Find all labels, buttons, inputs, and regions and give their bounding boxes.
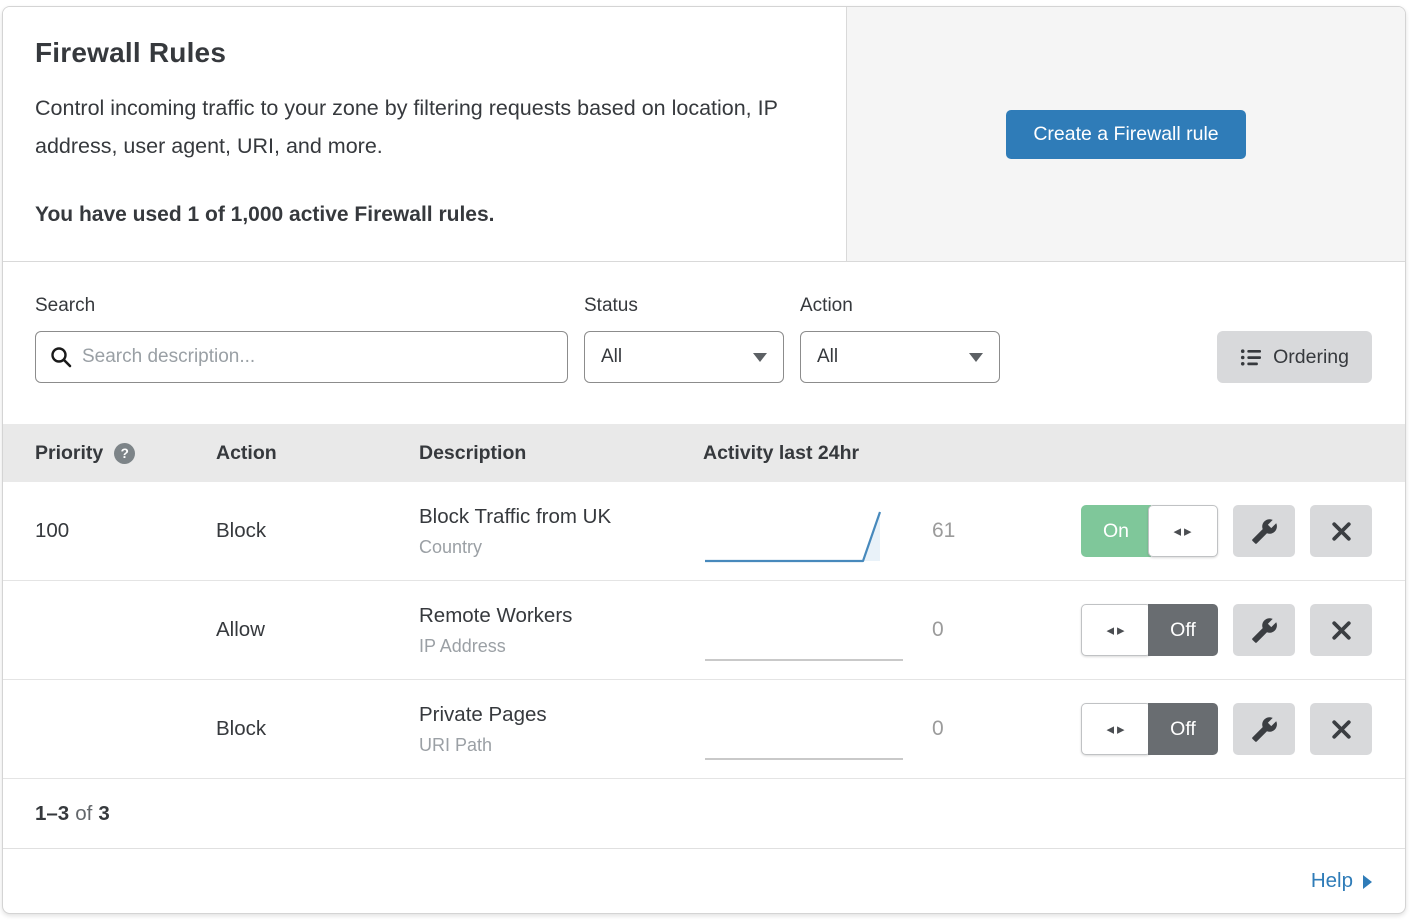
rule-title: Block Traffic from UK (419, 505, 703, 529)
search-label: Search (35, 295, 568, 317)
toggle-knob[interactable]: ◂▸ (1148, 505, 1218, 557)
wrench-icon (1251, 716, 1278, 743)
table-row: Block Private Pages URI Path 0 ◂▸ Off (3, 680, 1405, 779)
toggle-arrows-icon: ◂▸ (1106, 621, 1127, 639)
search-group: Search (35, 295, 568, 383)
activity-count: 0 (918, 717, 998, 741)
rule-action: Block (216, 519, 419, 543)
wrench-icon (1251, 617, 1278, 644)
rule-controls: ◂▸ Off (1081, 604, 1372, 656)
activity-count: 61 (918, 519, 998, 543)
rule-priority: 100 (35, 519, 216, 543)
edit-rule-button[interactable] (1233, 703, 1295, 755)
filter-bar: Search Status All Action All (3, 262, 1405, 424)
column-header-priority: Priority ? (35, 442, 216, 465)
help-link[interactable]: Help (1311, 869, 1372, 893)
header-action-panel: Create a Firewall rule (846, 7, 1405, 261)
rule-description-cell: Private Pages URI Path (419, 703, 703, 756)
action-filter-group: Action All (800, 295, 1000, 383)
rule-action: Allow (216, 618, 419, 642)
toggle-knob[interactable]: ◂▸ (1081, 703, 1151, 755)
status-selected-value: All (601, 346, 622, 368)
page-header: Firewall Rules Control incoming traffic … (3, 7, 1405, 262)
help-question-icon[interactable]: ? (114, 443, 135, 464)
rule-match-type: Country (419, 537, 703, 558)
wrench-icon (1251, 518, 1278, 545)
pagination-of-label: of (75, 802, 92, 826)
pagination-bar: 1–3 of 3 (3, 779, 1405, 849)
help-bar: Help (3, 849, 1405, 913)
rule-action: Block (216, 717, 419, 741)
column-header-description: Description (419, 442, 703, 465)
delete-rule-button[interactable] (1310, 505, 1372, 557)
table-row: Allow Remote Workers IP Address 0 ◂▸ Off (3, 581, 1405, 680)
status-filter-group: Status All (584, 295, 784, 383)
action-selected-value: All (817, 346, 838, 368)
activity-sparkline (703, 703, 918, 763)
delete-rule-button[interactable] (1310, 604, 1372, 656)
rule-enabled-toggle[interactable]: ◂▸ Off (1081, 604, 1218, 656)
help-link-label: Help (1311, 869, 1353, 893)
rule-enabled-toggle[interactable]: On ◂▸ (1081, 505, 1218, 557)
toggle-off-label: Off (1148, 604, 1218, 656)
toggle-on-label: On (1081, 505, 1151, 557)
close-icon (1329, 618, 1354, 643)
activity-sparkline (703, 505, 918, 565)
action-label: Action (800, 295, 1000, 317)
edit-rule-button[interactable] (1233, 604, 1295, 656)
close-icon (1329, 717, 1354, 742)
search-icon (49, 345, 73, 369)
page-description: Control incoming traffic to your zone by… (35, 89, 805, 165)
toggle-off-label: Off (1148, 703, 1218, 755)
arrow-right-icon (1363, 875, 1372, 889)
toggle-arrows-icon: ◂▸ (1173, 522, 1194, 540)
firewall-rules-card: Firewall Rules Control incoming traffic … (2, 6, 1406, 914)
usage-note: You have used 1 of 1,000 active Firewall… (35, 203, 812, 227)
status-select[interactable]: All (584, 331, 784, 383)
toggle-arrows-icon: ◂▸ (1106, 720, 1127, 738)
pagination-total: 3 (98, 802, 109, 826)
header-text-panel: Firewall Rules Control incoming traffic … (3, 7, 846, 261)
edit-rule-button[interactable] (1233, 505, 1295, 557)
rule-enabled-toggle[interactable]: ◂▸ Off (1081, 703, 1218, 755)
rule-controls: ◂▸ Off (1081, 703, 1372, 755)
chevron-down-icon (969, 353, 983, 362)
toggle-knob[interactable]: ◂▸ (1081, 604, 1151, 656)
priority-header-label: Priority (35, 442, 103, 465)
delete-rule-button[interactable] (1310, 703, 1372, 755)
search-input[interactable] (35, 331, 568, 383)
rule-title: Remote Workers (419, 604, 703, 628)
table-row: 100 Block Block Traffic from UK Country … (3, 482, 1405, 581)
action-select[interactable]: All (800, 331, 1000, 383)
activity-sparkline (703, 604, 918, 664)
ordering-button-label: Ordering (1273, 346, 1349, 369)
rule-controls: On ◂▸ (1081, 505, 1372, 557)
rule-description-cell: Block Traffic from UK Country (419, 505, 703, 558)
status-label: Status (584, 295, 784, 317)
close-icon (1329, 519, 1354, 544)
column-header-action: Action (216, 442, 419, 465)
search-field-wrap (35, 331, 568, 383)
ordering-button[interactable]: Ordering (1217, 331, 1372, 383)
page-title: Firewall Rules (35, 37, 812, 69)
column-header-activity: Activity last 24hr (703, 442, 998, 465)
rule-title: Private Pages (419, 703, 703, 727)
chevron-down-icon (753, 353, 767, 362)
create-firewall-rule-button[interactable]: Create a Firewall rule (1006, 110, 1245, 159)
activity-count: 0 (918, 618, 998, 642)
ordering-list-icon (1240, 347, 1261, 368)
rule-match-type: IP Address (419, 636, 703, 657)
rule-description-cell: Remote Workers IP Address (419, 604, 703, 657)
pagination-range: 1–3 (35, 802, 69, 826)
rule-match-type: URI Path (419, 735, 703, 756)
table-header-row: Priority ? Action Description Activity l… (3, 424, 1405, 482)
